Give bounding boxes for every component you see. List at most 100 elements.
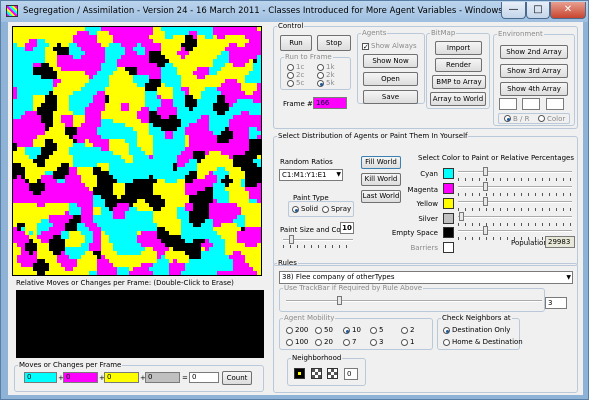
cyan-track <box>458 171 572 173</box>
show-3rd-array-button[interactable]: Show 3rd Array <box>500 64 568 78</box>
window-title: Segregation / Assimilation - Version 24 … <box>23 6 511 16</box>
mobility-5-radio[interactable] <box>370 327 377 334</box>
run-to-2c-radio[interactable] <box>287 72 294 79</box>
moves-yellow-field[interactable]: 0 <box>104 372 139 383</box>
run-to-1k-radio[interactable] <box>317 64 324 71</box>
mobility-7-radio[interactable] <box>343 339 350 346</box>
control-legend: Control <box>278 22 304 30</box>
import-button[interactable]: Import <box>435 41 482 55</box>
moves-magenta-field[interactable]: 0 <box>63 372 98 383</box>
run-to-5k-radio[interactable] <box>317 80 324 87</box>
yellow-label: Yellow <box>416 200 438 208</box>
world-grid-canvas[interactable] <box>12 26 262 276</box>
count-button[interactable]: Count <box>222 371 252 385</box>
env-field-1[interactable] <box>499 98 517 110</box>
mobility-200-radio[interactable] <box>286 327 293 334</box>
destination-only-radio[interactable] <box>443 327 450 334</box>
stop-button[interactable]: Stop <box>317 35 351 51</box>
mobility-100-radio[interactable] <box>286 339 293 346</box>
maximize-button[interactable]: □ <box>526 2 550 19</box>
render-button[interactable]: Render <box>435 58 482 72</box>
yellow-track <box>458 201 572 203</box>
mobility-10-radio[interactable] <box>343 327 350 334</box>
mobility-2-radio[interactable] <box>401 327 408 334</box>
neighborhood-value[interactable]: 0 <box>344 368 358 380</box>
magenta-swatch[interactable] <box>443 183 454 194</box>
show-4th-array-button[interactable]: Show 4th Array <box>500 82 568 96</box>
show-now-button[interactable]: Show Now <box>363 54 418 68</box>
silver-slider[interactable] <box>459 212 464 221</box>
magenta-label: Magenta <box>407 186 438 194</box>
bw-radio[interactable] <box>504 115 511 122</box>
app-icon <box>6 5 18 17</box>
neighborhood-center-icon[interactable] <box>294 368 305 379</box>
save-button[interactable]: Save <box>363 90 418 104</box>
client-area: Relative Moves or Changes per Frame: (Do… <box>8 22 583 395</box>
silver-track <box>458 216 572 218</box>
run-to-1c-radio[interactable] <box>287 64 294 71</box>
mobility-10-label: 10 <box>352 326 361 334</box>
barriers-swatch[interactable] <box>443 242 454 253</box>
mobility-50-radio[interactable] <box>315 327 322 334</box>
mobility-20-label: 20 <box>324 338 333 346</box>
magenta-slider[interactable] <box>483 182 488 191</box>
cyan-slider[interactable] <box>483 167 488 176</box>
fill-world-button[interactable]: Fill World <box>361 156 401 169</box>
run-to-2k-radio[interactable] <box>317 72 324 79</box>
moves-total-field[interactable]: 0 <box>189 372 219 383</box>
run-to-5c-radio[interactable] <box>287 80 294 87</box>
trackbar-legend: Use TrackBar if Required by Rule Above <box>284 284 423 292</box>
frame-number-field[interactable]: 166 <box>313 97 347 109</box>
show-always-checkbox[interactable]: ✓ <box>362 43 369 51</box>
run-to-1c-label: 1c <box>296 63 305 71</box>
mobility-1-radio[interactable] <box>401 339 408 346</box>
check-neighbors-legend: Check Neighbors at <box>442 314 511 322</box>
bw-label: B / R <box>513 115 530 123</box>
neighborhood-cross-icon[interactable] <box>311 368 322 379</box>
open-button[interactable]: Open <box>363 72 418 86</box>
array-to-world-button[interactable]: Array to World <box>430 92 486 106</box>
empty-space-label: Empty Space <box>391 229 438 237</box>
population-value: 29983 <box>545 236 575 248</box>
agents-legend: Agents <box>362 29 387 37</box>
paint-size-value[interactable]: 10 <box>340 222 354 234</box>
neighborhood-square-icon[interactable] <box>327 368 338 379</box>
show-always-label: Show Always <box>371 42 417 50</box>
kill-world-button[interactable]: Kill World <box>361 173 401 186</box>
empty-slider[interactable] <box>483 226 488 235</box>
frame-label: Frame # <box>283 100 313 108</box>
color-radio[interactable] <box>538 115 545 122</box>
empty-track <box>458 230 572 232</box>
close-button[interactable]: ✕ <box>550 2 586 19</box>
rule-select[interactable]: 38) Flee company of otherTypes ▼ <box>279 271 573 284</box>
mobility-20-radio[interactable] <box>315 339 322 346</box>
title-bar[interactable]: Segregation / Assimilation - Version 24 … <box>1 1 588 22</box>
moves-silver-field[interactable]: 0 <box>145 372 180 383</box>
paint-size-slider[interactable] <box>289 235 294 244</box>
env-field-2[interactable] <box>522 98 540 110</box>
last-world-button[interactable]: Last World <box>361 190 401 203</box>
run-button[interactable]: Run <box>280 35 312 51</box>
home-destination-radio[interactable] <box>443 339 450 346</box>
bmp-to-array-button[interactable]: BMP to Array <box>432 75 486 89</box>
run-to-2c-label: 2c <box>296 71 305 79</box>
rule-slider[interactable] <box>337 296 342 305</box>
silver-swatch[interactable] <box>443 213 454 224</box>
mobility-5-label: 5 <box>379 326 384 334</box>
empty-space-swatch[interactable] <box>443 227 454 238</box>
chevron-down-icon: ▼ <box>336 171 341 178</box>
show-2nd-array-button[interactable]: Show 2nd Array <box>500 45 568 59</box>
distribution-legend: Select Distribution of Agents or Paint T… <box>278 132 468 140</box>
random-ratios-select[interactable]: C1:M1:Y1:E1 ▼ <box>279 169 343 181</box>
env-field-3[interactable] <box>546 98 564 110</box>
mobility-3-radio[interactable] <box>370 339 377 346</box>
yellow-swatch[interactable] <box>443 198 454 209</box>
moves-cyan-field[interactable]: 0 <box>24 372 57 383</box>
neighborhood-legend: Neighborhood <box>292 354 342 362</box>
relative-moves-graph[interactable] <box>16 290 264 358</box>
yellow-slider[interactable] <box>483 197 488 206</box>
cyan-swatch[interactable] <box>443 168 454 179</box>
trackbar-value[interactable]: 3 <box>545 297 567 309</box>
trackbar-group: Use TrackBar if Required by Rule Above <box>279 284 545 312</box>
minimize-button[interactable]: — <box>501 2 526 19</box>
